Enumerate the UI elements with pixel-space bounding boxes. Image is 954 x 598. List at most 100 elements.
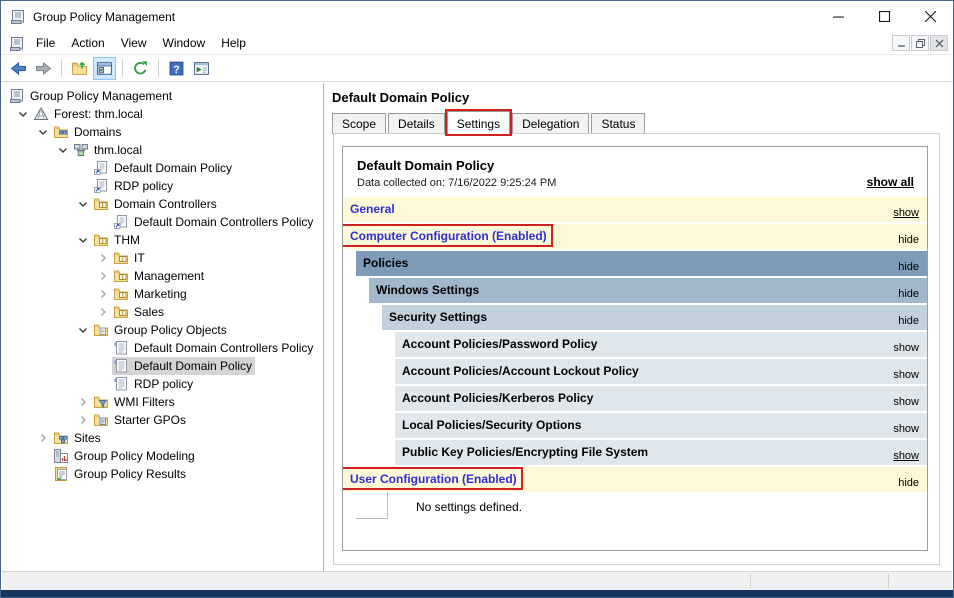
- close-button[interactable]: [907, 1, 953, 32]
- chevron-expanded-icon[interactable]: [34, 124, 52, 140]
- hide-link[interactable]: hide: [898, 315, 919, 327]
- tab-label: Status: [601, 117, 636, 131]
- tree-item-sales[interactable]: Sales: [2, 303, 323, 321]
- section-heading: Public Key Policies/Encrypting File Syst…: [402, 445, 649, 459]
- section-heading[interactable]: Computer Configuration (Enabled): [350, 229, 547, 243]
- menu-view[interactable]: View: [113, 33, 155, 53]
- hide-link[interactable]: hide: [898, 477, 919, 489]
- chevron-expanded-icon[interactable]: [14, 106, 32, 122]
- tab-details[interactable]: Details: [388, 113, 445, 134]
- new-window-icon: [194, 61, 209, 75]
- starter-gpo-folder-icon: [93, 412, 109, 428]
- show-console-tree-button[interactable]: [93, 56, 116, 80]
- chevron-expanded-icon[interactable]: [74, 232, 92, 248]
- gpmc-console-icon: [9, 88, 25, 104]
- tab-label: Settings: [456, 117, 501, 131]
- chevron-expanded-icon[interactable]: [54, 142, 72, 158]
- tree-item-group-policy-objects[interactable]: Group Policy Objects: [2, 321, 323, 339]
- report-section-public-key-policies-encrypting-file-system: Public Key Policies/Encrypting File Syst…: [395, 440, 927, 465]
- mdi-minimize-button[interactable]: [892, 35, 910, 51]
- tree-item-label: Group Policy Management: [30, 89, 173, 103]
- forward-button[interactable]: [32, 57, 55, 80]
- chevron-collapsed-icon[interactable]: [74, 412, 92, 428]
- gpo-link-icon: [93, 178, 109, 194]
- tree-item-domain-controllers[interactable]: Domain Controllers: [2, 195, 323, 213]
- new-window-button[interactable]: [190, 57, 213, 80]
- menu-window[interactable]: Window: [155, 33, 214, 53]
- tree-item-starter-gpos[interactable]: Starter GPOs: [2, 411, 323, 429]
- show-link[interactable]: show: [893, 450, 919, 462]
- chevron-collapsed-icon[interactable]: [94, 304, 112, 320]
- tree-item-group-policy-results[interactable]: Group Policy Results: [2, 465, 323, 483]
- mdi-restore-button[interactable]: [911, 35, 929, 51]
- show-link[interactable]: show: [893, 396, 919, 408]
- tree-item-label: Management: [134, 269, 205, 283]
- sites-folder-icon: [53, 430, 69, 446]
- tree-item-domains[interactable]: Domains: [2, 123, 323, 141]
- tree-item-default-domain-controllers-policy[interactable]: Default Domain Controllers Policy: [2, 339, 323, 357]
- hide-link[interactable]: hide: [898, 234, 919, 246]
- chevron-collapsed-icon[interactable]: [94, 250, 112, 266]
- console-tree: Group Policy Management Forest: thm.local…: [2, 83, 324, 571]
- tree-item-sites[interactable]: Sites: [2, 429, 323, 447]
- section-heading[interactable]: User Configuration (Enabled): [350, 472, 517, 486]
- tree-item-rdp-policy[interactable]: RDP policy: [2, 177, 323, 195]
- refresh-button[interactable]: [129, 57, 152, 80]
- tree-item-default-domain-policy[interactable]: Default Domain Policy: [2, 357, 323, 375]
- tab-scope[interactable]: Scope: [332, 113, 387, 134]
- tree-item-wmi-filters[interactable]: WMI Filters: [2, 393, 323, 411]
- tab-settings[interactable]: Settings: [444, 109, 513, 136]
- wmi-folder-icon: [93, 394, 109, 410]
- tab-status[interactable]: Status: [591, 113, 646, 134]
- show-all-link[interactable]: show all: [867, 175, 914, 189]
- section-heading[interactable]: General: [350, 202, 395, 216]
- tree-item-group-policy-modeling[interactable]: Group Policy Modeling: [2, 447, 323, 465]
- maximize-button[interactable]: [861, 1, 907, 32]
- minimize-button[interactable]: [815, 1, 861, 32]
- statusbar-separator: [888, 574, 889, 588]
- tree-item-it[interactable]: IT: [2, 249, 323, 267]
- ou-icon: [113, 268, 129, 284]
- show-link[interactable]: show: [893, 342, 919, 354]
- show-link[interactable]: show: [893, 423, 919, 435]
- tree-item-marketing[interactable]: Marketing: [2, 285, 323, 303]
- menu-help[interactable]: Help: [213, 33, 254, 53]
- tree-item-default-domain-controllers-policy[interactable]: Default Domain Controllers Policy: [2, 213, 323, 231]
- maximize-icon: [878, 11, 890, 22]
- chevron-collapsed-icon[interactable]: [94, 286, 112, 302]
- tree-item-label: Group Policy Objects: [114, 323, 227, 337]
- section-heading: Security Settings: [389, 310, 488, 324]
- show-link[interactable]: show: [893, 207, 919, 219]
- mdi-close-button[interactable]: [930, 35, 948, 51]
- domain-icon: [73, 142, 89, 158]
- ou-icon: [93, 232, 109, 248]
- back-button[interactable]: [7, 57, 30, 80]
- tab-label: Details: [398, 117, 435, 131]
- report-section-local-policies-security-options: Local Policies/Security Options show: [395, 413, 927, 438]
- tree-item-thm[interactable]: THM: [2, 231, 323, 249]
- chevron-collapsed-icon[interactable]: [94, 268, 112, 284]
- tree-item-management[interactable]: Management: [2, 267, 323, 285]
- chevron-collapsed-icon[interactable]: [34, 430, 52, 446]
- tree-item-label: RDP policy: [114, 179, 174, 193]
- tree-item-group-policy-management[interactable]: Group Policy Management: [2, 87, 323, 105]
- tree-item-thm-local[interactable]: thm.local: [2, 141, 323, 159]
- chevron-collapsed-icon[interactable]: [74, 394, 92, 410]
- report-section-no-settings-defined: No settings defined.: [356, 492, 927, 520]
- show-link[interactable]: show: [893, 369, 919, 381]
- tab-strip: Scope Details Settings Delegation Status: [328, 109, 952, 136]
- chevron-expanded-icon[interactable]: [74, 196, 92, 212]
- help-button[interactable]: ?: [165, 57, 188, 80]
- tree-item-default-domain-policy[interactable]: Default Domain Policy: [2, 159, 323, 177]
- chevron-expanded-icon[interactable]: [74, 322, 92, 338]
- tab-delegation[interactable]: Delegation: [512, 113, 590, 134]
- hide-link[interactable]: hide: [898, 288, 919, 300]
- tree-item-rdp-policy[interactable]: RDP policy: [2, 375, 323, 393]
- tree-item-forest-thm-local[interactable]: Forest: thm.local: [2, 105, 323, 123]
- export-list-button[interactable]: [68, 57, 91, 80]
- hide-link[interactable]: hide: [898, 261, 919, 273]
- menu-action[interactable]: Action: [63, 33, 112, 53]
- tree-item-label: Default Domain Policy: [114, 161, 233, 175]
- menu-file[interactable]: File: [28, 33, 63, 53]
